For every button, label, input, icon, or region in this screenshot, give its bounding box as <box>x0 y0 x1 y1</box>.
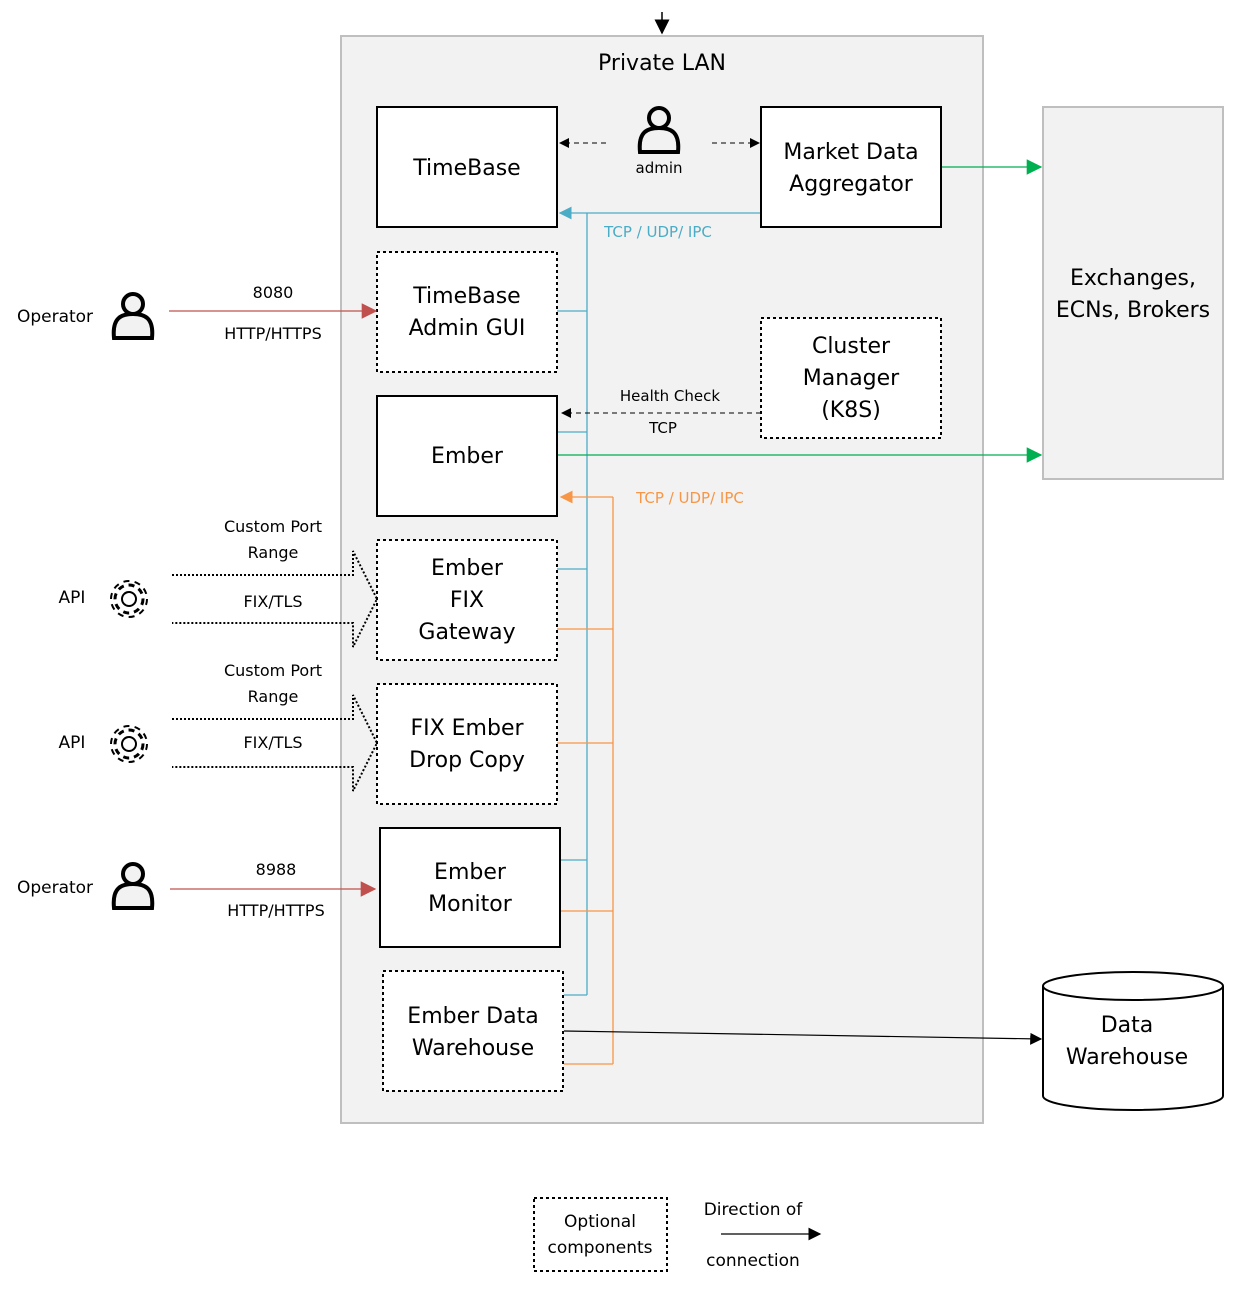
svg-text:Data: Data <box>1101 1013 1154 1038</box>
timebase-box[interactable]: TimeBase <box>376 106 558 228</box>
gear-icon <box>109 724 149 764</box>
port-range-label: Range <box>248 543 299 562</box>
svg-text:Ember: Ember <box>434 860 507 885</box>
health-tcp-label: TCP <box>648 419 677 437</box>
legend-direction: Direction of connection <box>704 1200 822 1271</box>
svg-text:TimeBase: TimeBase <box>412 284 520 309</box>
ember-monitor-box[interactable]: Ember Monitor <box>379 827 561 948</box>
port-label: 8988 <box>256 860 297 879</box>
svg-text:connection: connection <box>706 1251 800 1271</box>
svg-text:FIX Ember: FIX Ember <box>410 716 524 741</box>
blue-bus-label: TCP / UDP/ IPC <box>603 223 712 241</box>
exchanges-box[interactable]: Exchanges, ECNs, Brokers <box>1042 106 1224 480</box>
health-check-label: Health Check <box>620 387 720 405</box>
port-range-label: Custom Port <box>224 661 322 680</box>
operator-label: Operator <box>17 878 93 898</box>
svg-text:Monitor: Monitor <box>428 892 513 917</box>
svg-text:Market Data: Market Data <box>783 140 918 165</box>
svg-text:Gateway: Gateway <box>418 620 515 645</box>
operator-icon <box>111 862 155 910</box>
operator-label: Operator <box>17 307 93 327</box>
port-label: 8080 <box>253 283 294 302</box>
protocol-label: HTTP/HTTPS <box>227 901 324 920</box>
timebase-admin-gui-box[interactable]: TimeBase Admin GUI <box>376 251 558 373</box>
svg-text:ECNs, Brokers: ECNs, Brokers <box>1056 298 1210 323</box>
svg-text:Drop Copy: Drop Copy <box>409 748 525 773</box>
svg-text:Admin GUI: Admin GUI <box>409 316 526 341</box>
gear-icon <box>109 579 149 619</box>
admin-label: admin <box>636 159 683 177</box>
data-warehouse-cylinder[interactable]: Data Warehouse <box>1042 971 1224 1111</box>
svg-text:components: components <box>547 1238 652 1258</box>
ember-fix-gateway-box[interactable]: Ember FIX Gateway <box>376 539 558 661</box>
protocol-label: HTTP/HTTPS <box>224 324 321 343</box>
svg-text:TimeBase: TimeBase <box>412 156 520 181</box>
svg-text:Cluster: Cluster <box>812 334 891 359</box>
protocol-label: FIX/TLS <box>243 733 302 752</box>
api-label: API <box>59 588 86 608</box>
legend-optional: Optional components <box>533 1197 668 1272</box>
operator-icon <box>111 292 155 340</box>
private-lan-title: Private LAN <box>598 51 726 76</box>
svg-text:Warehouse: Warehouse <box>1066 1045 1188 1070</box>
fix-drop-copy-box[interactable]: FIX Ember Drop Copy <box>376 683 558 805</box>
svg-text:Direction of: Direction of <box>704 1200 804 1220</box>
svg-text:(K8S): (K8S) <box>821 398 881 423</box>
port-range-label: Range <box>248 687 299 706</box>
svg-text:Manager: Manager <box>803 366 900 391</box>
architecture-diagram: Private LAN TCP / UDP/ IPC TCP / UDP/ IP… <box>17 12 1224 1272</box>
svg-text:FIX: FIX <box>450 588 484 613</box>
market-data-aggregator-box[interactable]: Market Data Aggregator <box>760 106 942 228</box>
svg-text:Optional: Optional <box>564 1212 636 1232</box>
cluster-manager-box[interactable]: Cluster Manager (K8S) <box>760 317 942 439</box>
port-range-label: Custom Port <box>224 517 322 536</box>
svg-text:Exchanges,: Exchanges, <box>1070 266 1196 291</box>
svg-text:Ember: Ember <box>431 444 504 469</box>
api-label: API <box>59 733 86 753</box>
svg-text:Aggregator: Aggregator <box>789 172 914 197</box>
ember-box[interactable]: Ember <box>376 395 558 517</box>
svg-text:Warehouse: Warehouse <box>412 1036 534 1061</box>
svg-text:Ember: Ember <box>431 556 504 581</box>
protocol-label: FIX/TLS <box>243 592 302 611</box>
orange-bus-label: TCP / UDP/ IPC <box>635 489 744 507</box>
svg-text:Ember Data: Ember Data <box>407 1004 538 1029</box>
ember-data-warehouse-box[interactable]: Ember Data Warehouse <box>382 970 564 1092</box>
